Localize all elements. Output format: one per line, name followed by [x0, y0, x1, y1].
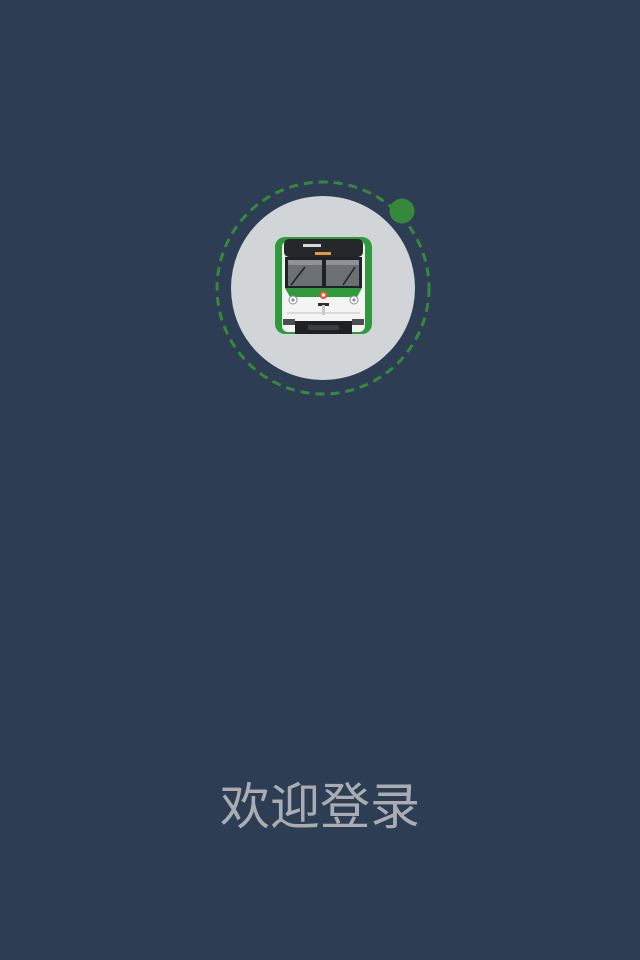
- orbit-dot: [389, 198, 415, 224]
- app-logo-graphic: [215, 180, 431, 396]
- app-logo-orbit: [205, 170, 445, 410]
- login-splash-screen: 欢迎登录: [0, 0, 640, 960]
- welcome-login-text: 欢迎登录: [220, 778, 420, 836]
- metro-train-icon: [275, 237, 372, 334]
